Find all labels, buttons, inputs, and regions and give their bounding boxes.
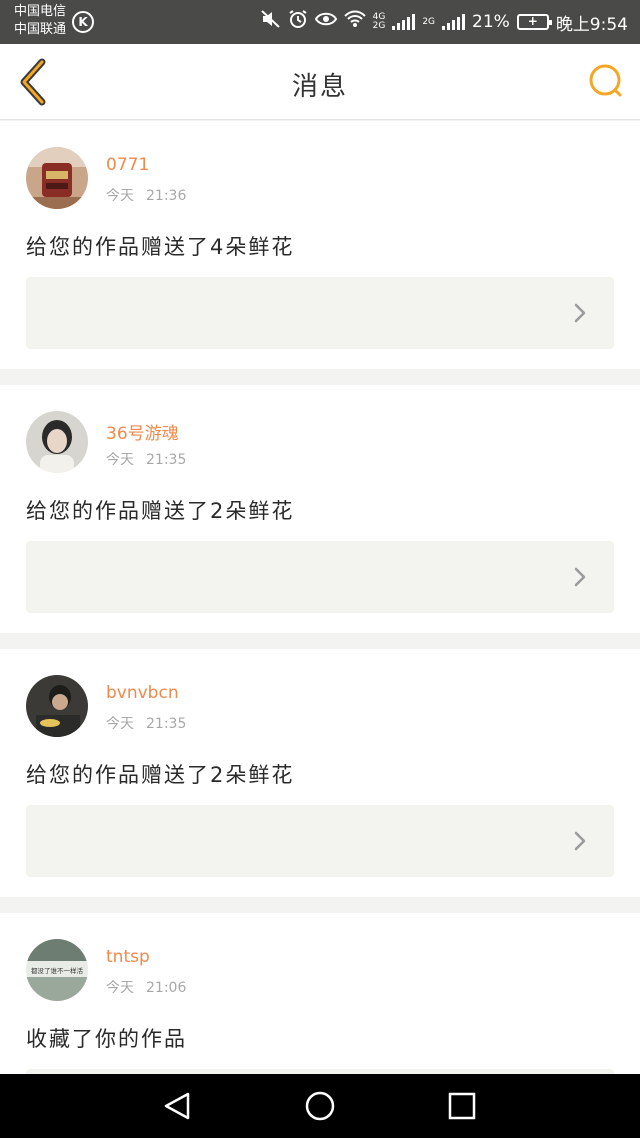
signal-1-icon [392,14,416,30]
timestamp-time: 21:35 [146,452,187,468]
message-text: 给您的作品赠送了4朵鲜花 [26,235,295,259]
avatar[interactable]: 都没了谁不一样活 [26,939,88,1001]
work-preview-link[interactable] [26,805,614,877]
alarm-icon [288,9,308,36]
carrier-1: 中国电信 [14,4,67,19]
chevron-right-icon [574,303,586,323]
timestamp-day: 今天 [106,452,134,468]
nav-home-button[interactable] [300,1086,340,1126]
mute-icon [260,9,281,35]
avatar-caption: 都没了谁不一样活 [31,966,84,975]
status-bar: 中国电信 中国联通 K 4G 2G 2G 21% + 晚上9:54 [0,0,640,44]
chevron-right-icon [574,831,586,851]
message-card: 36号游魂 今天 21:35 给您的作品赠送了2朵鲜花 [0,385,640,633]
timestamp-day: 今天 [106,980,134,996]
timestamp-time: 21:36 [146,188,187,204]
app-header: 消息 [0,44,640,120]
avatar[interactable] [26,411,88,473]
work-preview-link[interactable] [26,277,614,349]
k-badge-icon: K [72,11,94,33]
username[interactable]: 0771 [106,155,149,175]
square-recents-icon [448,1092,476,1120]
search-button[interactable] [586,62,626,102]
triangle-back-icon [164,1092,190,1120]
status-icons: 4G 2G 2G 21% + 晚上9:54 [260,9,628,36]
network-type-2: 2G [422,16,436,27]
message-text: 给您的作品赠送了2朵鲜花 [26,763,295,787]
message-text: 给您的作品赠送了2朵鲜花 [26,499,295,523]
username[interactable]: 36号游魂 [106,419,179,444]
system-nav-bar [0,1074,640,1138]
timestamp-time: 21:06 [146,980,187,996]
search-icon [589,64,622,97]
username[interactable]: bvnvbcn [106,683,179,703]
timestamp-day: 今天 [106,716,134,732]
nav-recents-button[interactable] [442,1086,482,1126]
clock: 晚上9:54 [555,14,628,35]
page-title: 消息 [291,72,348,102]
wifi-icon [343,10,366,35]
timestamp-time: 21:35 [146,716,187,732]
battery-percent: 21% [472,12,510,32]
battery-icon: + [516,14,552,30]
timestamp: 今天 21:35 [106,713,186,733]
timestamp: 今天 21:06 [106,977,186,997]
timestamp: 今天 21:35 [106,449,186,469]
network-type-1: 4G 2G [372,12,386,31]
chevron-right-icon [574,567,586,587]
username[interactable]: tntsp [106,947,150,967]
carrier-info: 中国电信 中国联通 [14,3,66,39]
carrier-2: 中国联通 [14,22,67,37]
nav-back-button[interactable] [158,1086,198,1126]
avatar[interactable] [26,147,88,209]
signal-2-icon [442,14,466,30]
message-card: 0771 今天 21:36 给您的作品赠送了4朵鲜花 [0,121,640,369]
work-preview-link[interactable] [26,541,614,613]
message-text: 收藏了你的作品 [26,1027,187,1051]
circle-home-icon [305,1091,335,1121]
timestamp-day: 今天 [106,188,134,204]
eye-icon [314,10,337,34]
message-feed: 0771 今天 21:36 给您的作品赠送了4朵鲜花 36号游魂 今天 21:35 … [0,121,640,1138]
message-card: bvnvbcn 今天 21:35 给您的作品赠送了2朵鲜花 [0,649,640,897]
avatar[interactable] [26,675,88,737]
timestamp: 今天 21:36 [106,185,186,205]
